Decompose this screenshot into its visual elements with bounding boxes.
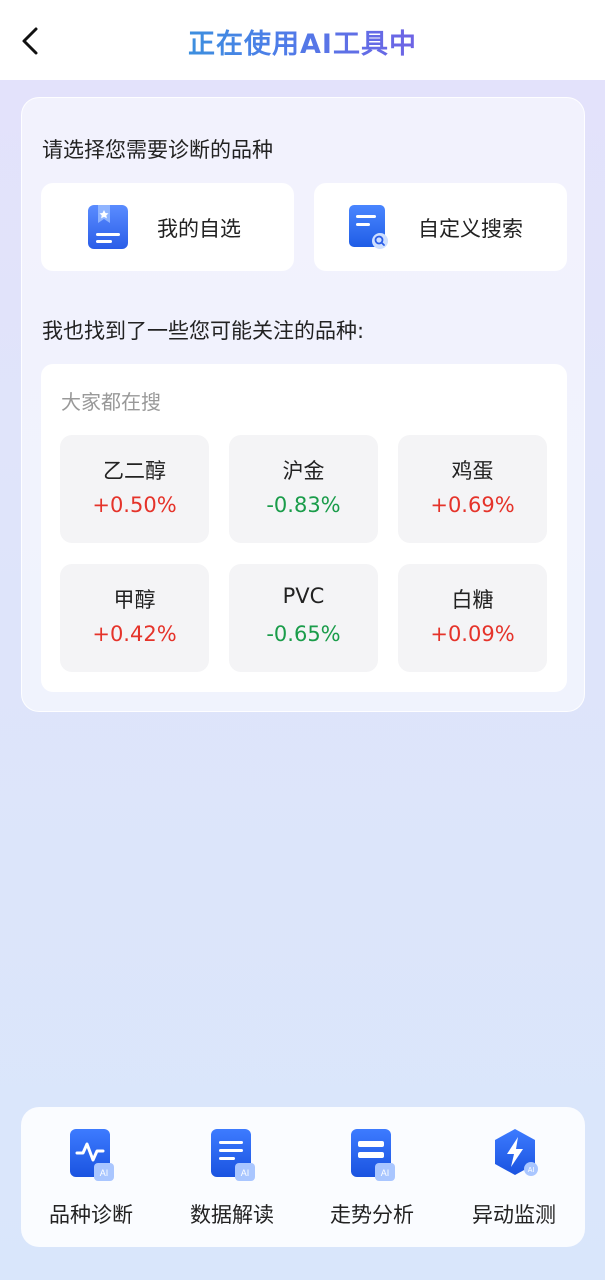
tool-label: 异动监测 [472,1203,556,1227]
svg-text:AI: AI [241,1168,250,1178]
variety-name: PVC [282,584,325,608]
ai-tools-bar: AI 品种诊断 AI 数据解读 AI 走势分析 AI 异动监测 [21,1107,585,1247]
lightning-hexagon-icon: AI [495,1129,538,1176]
tool-label: 品种诊断 [49,1203,133,1227]
variety-tile[interactable]: 乙二醇 +0.50% [60,435,209,543]
tool-label: 数据解读 [190,1203,274,1227]
variety-change: +0.09% [430,622,515,646]
suggest-prompt: 我也找到了一些您可能关注的品种: [42,319,365,343]
diagnosis-panel: 请选择您需要诊断的品种 我的自选 自定义搜索 我也找到了一些您可能关注的品种: … [21,97,585,712]
tool-data-interpretation[interactable]: AI 数据解读 [172,1127,292,1237]
variety-change: +0.42% [92,622,177,646]
select-prompt: 请选择您需要诊断的品种 [42,138,273,162]
variety-name: 沪金 [282,459,325,483]
variety-change: +0.69% [430,493,515,517]
top-bar: 正在使用AI工具中 [0,0,605,80]
tool-label: 走势分析 [330,1203,414,1227]
document-ai-icon: AI [211,1129,255,1181]
bookmark-list-icon [88,205,128,249]
my-watchlist-label: 我的自选 [157,217,241,241]
document-search-icon [349,205,388,249]
hot-search-title: 大家都在搜 [61,390,161,414]
hot-search-box: 大家都在搜 乙二醇 +0.50% 沪金 -0.83% 鸡蛋 +0.69% 甲醇 … [41,364,567,692]
tool-anomaly-monitoring[interactable]: AI 异动监测 [454,1127,574,1237]
variety-tile[interactable]: PVC -0.65% [229,564,378,672]
tool-trend-analysis[interactable]: AI 走势分析 [312,1127,432,1237]
variety-name: 甲醇 [113,588,156,612]
variety-tile[interactable]: 白糖 +0.09% [398,564,547,672]
variety-tile[interactable]: 甲醇 +0.42% [60,564,209,672]
variety-change: -0.65% [266,622,341,646]
page-title: 正在使用AI工具中 [0,22,605,61]
custom-search-label: 自定义搜索 [418,217,523,241]
pulse-ai-icon: AI [70,1129,114,1181]
variety-name: 白糖 [451,588,494,612]
variety-tile[interactable]: 沪金 -0.83% [229,435,378,543]
my-watchlist-button[interactable]: 我的自选 [41,183,294,271]
custom-search-button[interactable]: 自定义搜索 [314,183,567,271]
variety-change: -0.83% [266,493,341,517]
tool-variety-diagnosis[interactable]: AI 品种诊断 [31,1127,151,1237]
svg-text:AI: AI [528,1167,535,1174]
variety-tile[interactable]: 鸡蛋 +0.69% [398,435,547,543]
variety-name: 乙二醇 [103,459,166,483]
variety-name: 鸡蛋 [451,459,494,483]
svg-text:AI: AI [100,1168,109,1178]
card-ai-icon: AI [351,1129,395,1181]
svg-text:AI: AI [381,1168,390,1178]
variety-change: +0.50% [92,493,177,517]
